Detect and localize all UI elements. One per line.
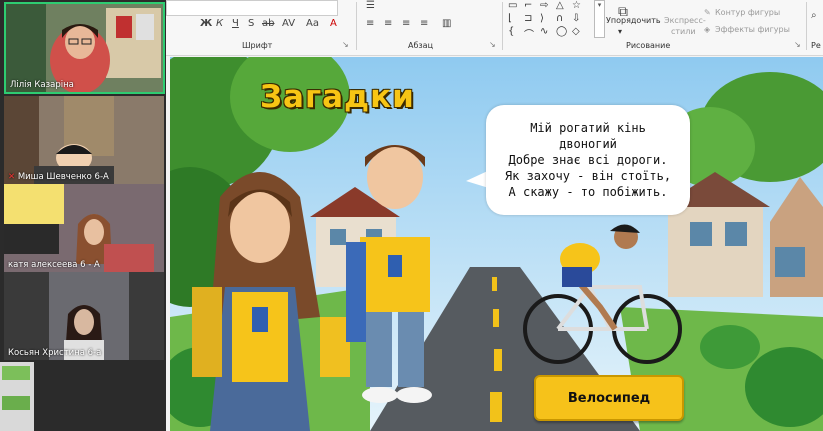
slide-thumbnail[interactable] — [2, 396, 30, 410]
arrange-label[interactable]: Упорядочить — [606, 16, 661, 25]
align-right-icon[interactable]: ≡ — [402, 18, 410, 29]
paragraph-dialog-launcher-icon[interactable]: ↘ — [489, 40, 496, 49]
justify-icon[interactable]: ≡ — [420, 18, 428, 29]
participant-name: Косьян Христина 6-а — [8, 348, 102, 358]
shape-effects-icon[interactable]: ◈ — [704, 25, 710, 34]
riddle-line: А скажу - то побіжить. — [508, 185, 668, 199]
find-icon[interactable]: ⌕ — [811, 10, 817, 21]
riddle-line: Як захочу - він стоїть, — [504, 169, 672, 183]
arrange-dropdown-icon[interactable]: ▾ — [618, 27, 622, 36]
change-case-button[interactable]: Aa — [306, 18, 319, 29]
participant-name: Лілія Казаріна — [10, 80, 74, 90]
bullets-icon[interactable]: ☰ — [366, 0, 375, 11]
participant-video — [4, 272, 164, 360]
mic-off-icon: ✕ — [8, 172, 16, 182]
ribbon-separator — [806, 2, 807, 50]
align-center-icon[interactable]: ≡ — [384, 18, 392, 29]
columns-icon[interactable]: ▥ — [442, 18, 451, 29]
shape-brace-icon[interactable]: { — [508, 26, 514, 37]
riddle-line: двоногий — [559, 137, 617, 151]
slide-thumbnail[interactable] — [2, 366, 30, 380]
align-left-icon[interactable]: ≡ — [366, 18, 374, 29]
shape-curve-icon[interactable]: ∿ — [540, 26, 548, 37]
shape-star-icon[interactable]: ☆ — [572, 0, 581, 11]
edit-group-label: Ре — [811, 41, 821, 50]
shape-arc-icon[interactable]: ⌒ — [524, 26, 534, 41]
font-color-button[interactable]: A — [330, 18, 337, 29]
slide-canvas[interactable]: Загадки Мій рогатий кінь двоногий Добре … — [170, 57, 823, 431]
participant-video — [6, 4, 163, 92]
participant-name: ✕ Миша Шевченко 6-А — [8, 172, 109, 182]
quick-styles-label-2[interactable]: стили — [671, 27, 696, 36]
slide-thumbnails-strip[interactable] — [0, 362, 34, 431]
riddle-speech-bubble[interactable]: Мій рогатий кінь двоногий Добре знає всі… — [486, 105, 690, 215]
shape-effects-label[interactable]: Эффекты фигуры — [715, 25, 790, 34]
participant-video — [4, 96, 164, 184]
shape-line-icon[interactable]: ⌐ — [524, 0, 532, 11]
strikethrough-button[interactable]: ab — [262, 18, 274, 29]
shape-outline-label[interactable]: Контур фигуры — [715, 8, 780, 17]
shape-triangle-icon[interactable]: △ — [556, 0, 564, 11]
participant-tile[interactable]: Лілія Казаріна — [4, 2, 165, 94]
shape-rectangle-icon[interactable]: ▭ — [508, 0, 517, 11]
participant-name-text: Миша Шевченко 6-А — [17, 172, 109, 182]
participant-video — [4, 184, 164, 272]
ribbon-separator — [502, 2, 503, 50]
paragraph-group-label: Абзац — [408, 41, 434, 50]
shape-diamond-icon[interactable]: ◇ — [572, 26, 580, 37]
riddle-line: Добре знає всі дороги. — [508, 153, 668, 167]
ribbon: Ж К Ч S ab AV Aa A Шрифт ↘ ☰ ≡ ≡ ≡ ≡ ▥ А… — [166, 0, 823, 56]
shape-connector-icon[interactable]: ⊐ — [524, 13, 532, 24]
shapes-gallery[interactable]: ▭ ⌐ ⇨ △ ☆ ⌊ ⊐ ⟩ ∩ ⇩ { ⌒ ∿ ◯ ◇ — [506, 0, 598, 41]
participant-name: катя алексеева 6 - А — [8, 260, 100, 270]
participant-tile[interactable]: Косьян Христина 6-а — [4, 272, 164, 360]
char-spacing-button[interactable]: AV — [282, 18, 295, 29]
shapes-gallery-scroll[interactable]: ▾ — [594, 0, 605, 38]
drawing-dialog-launcher-icon[interactable]: ↘ — [794, 40, 801, 49]
shape-arrow-icon[interactable]: ⇨ — [540, 0, 548, 11]
participant-tile[interactable]: ✕ Миша Шевченко 6-А — [4, 96, 164, 184]
ribbon-separator — [356, 2, 357, 50]
shape-outline-icon[interactable]: ✎ — [704, 8, 711, 17]
font-dialog-launcher-icon[interactable]: ↘ — [342, 40, 349, 49]
shadow-button[interactable]: S — [248, 18, 254, 29]
shape-chevron-icon[interactable]: ⟩ — [540, 13, 544, 24]
riddle-text: Мій рогатий кінь двоногий Добре знає всі… — [486, 105, 690, 200]
underline-button[interactable]: Ч — [232, 18, 239, 29]
font-size-field[interactable] — [166, 0, 338, 16]
shape-curve-icon[interactable]: ∩ — [556, 13, 563, 24]
quick-styles-label[interactable]: Экспресс- — [664, 16, 706, 25]
drawing-group-label: Рисование — [626, 41, 671, 50]
riddle-line: Мій рогатий кінь — [530, 121, 646, 135]
italic-button[interactable]: К — [216, 18, 223, 29]
shape-bracket-icon[interactable]: ⌊ — [508, 13, 512, 24]
participant-tile[interactable]: катя алексеева 6 - А — [4, 184, 164, 272]
answer-button[interactable]: Велосипед — [534, 375, 684, 421]
shape-arrow-down-icon[interactable]: ⇩ — [572, 13, 580, 24]
bold-button[interactable]: Ж — [200, 18, 212, 29]
slide-title[interactable]: Загадки — [260, 79, 415, 115]
shape-circle-icon[interactable]: ◯ — [556, 26, 567, 37]
font-group-label: Шрифт — [242, 41, 273, 50]
